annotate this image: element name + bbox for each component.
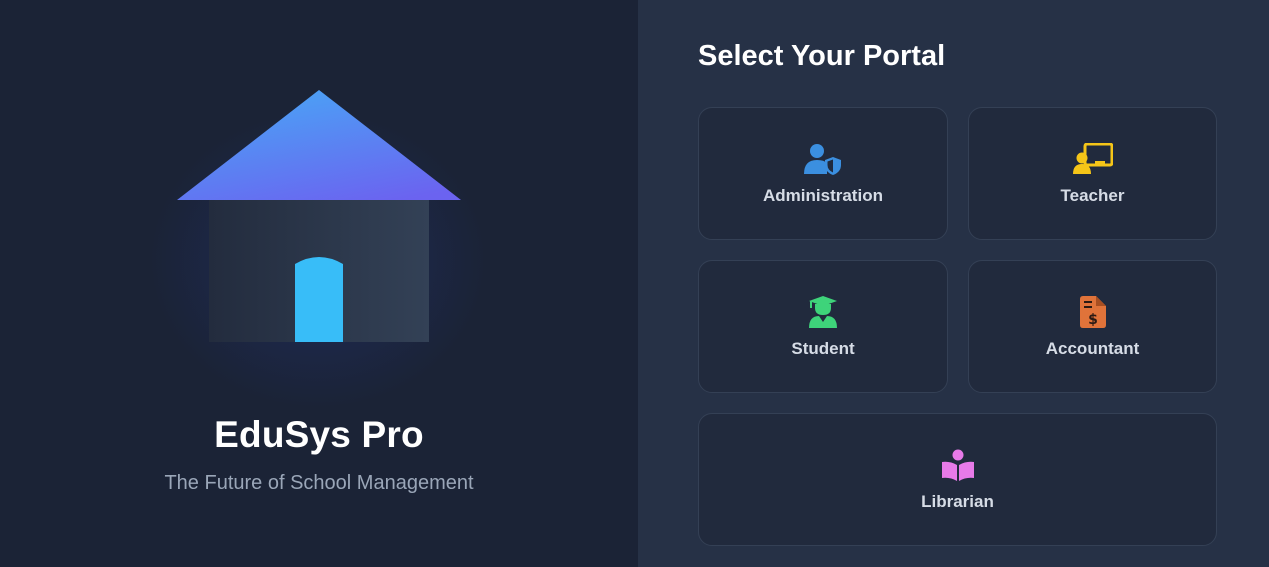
portal-title: Select Your Portal	[698, 40, 946, 72]
portal-panel: Select Your Portal Administration Teache…	[638, 0, 1269, 567]
file-invoice-dollar-icon: $	[1073, 295, 1113, 329]
portal-card-label: Administration	[763, 185, 883, 205]
user-graduate-icon	[803, 295, 843, 329]
portal-card-label: Teacher	[1060, 185, 1125, 205]
app-title: EduSys Pro	[214, 414, 424, 455]
house-roof	[177, 90, 461, 200]
house-door	[295, 257, 343, 342]
portal-card-accountant[interactable]: $ Accountant	[968, 260, 1217, 393]
portal-card-administration[interactable]: Administration	[698, 107, 948, 240]
chalkboard-teacher-icon	[1072, 142, 1113, 176]
book-reader-icon	[938, 448, 978, 482]
app-tagline: The Future of School Management	[164, 472, 474, 494]
svg-text:$: $	[1088, 312, 1098, 328]
portal-card-teacher[interactable]: Teacher	[968, 107, 1217, 240]
house-logo-icon	[177, 90, 461, 342]
brand-panel: EduSys Pro The Future of School Manageme…	[0, 0, 638, 567]
user-shield-icon	[803, 142, 843, 176]
portal-card-label: Accountant	[1045, 338, 1140, 358]
portal-card-label: Librarian	[921, 491, 994, 511]
portal-card-label: Student	[791, 338, 855, 358]
portal-card-librarian[interactable]: Librarian	[698, 413, 1217, 546]
portal-card-student[interactable]: Student	[698, 260, 948, 393]
